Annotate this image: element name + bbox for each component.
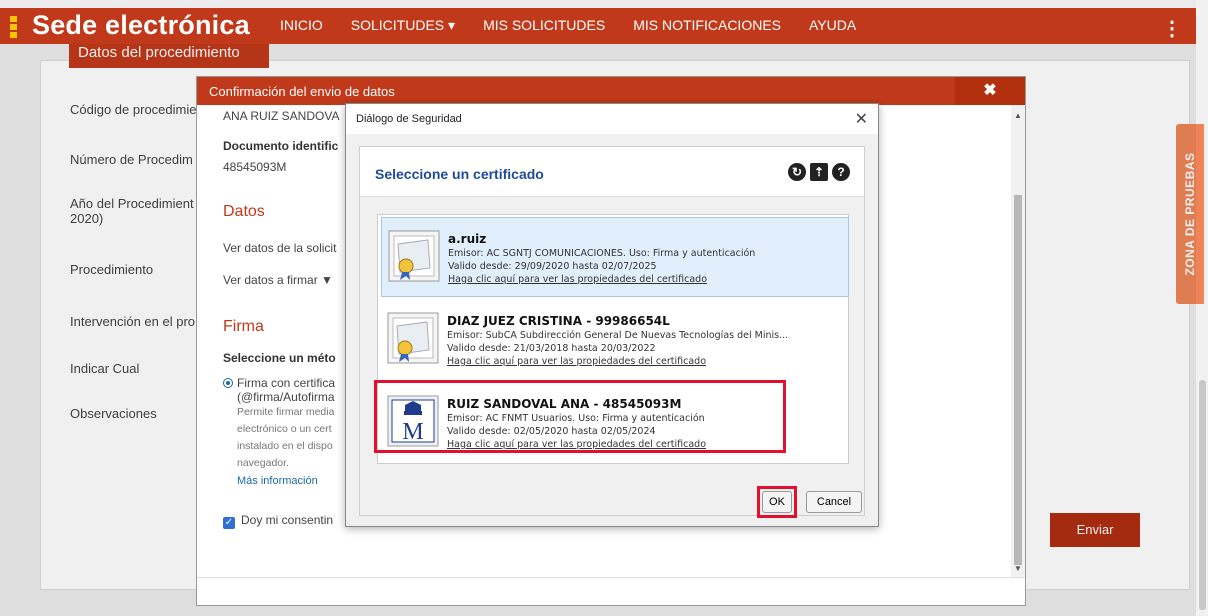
doc-label: Documento identific	[223, 139, 339, 153]
ok-button-highlight	[757, 486, 797, 518]
ver-datos-link[interactable]: Ver datos de la solicit	[223, 241, 336, 255]
firma-desc-4: navegador.	[237, 457, 289, 469]
scroll-up-icon[interactable]: ▲	[1014, 111, 1022, 120]
more-menu-icon[interactable]: ⋮	[1162, 16, 1182, 41]
confirm-modal-footer	[197, 577, 1025, 605]
certificate-name: DIAZ JUEZ CRISTINA - 99986654L	[447, 314, 670, 328]
consent-checkbox[interactable]: ✓ Doy mi consentin	[223, 513, 333, 529]
select-certificate-heading: Seleccione un certificado	[375, 166, 544, 182]
ver-datos-firmar-label: Ver datos a firmar ▼	[223, 273, 333, 287]
main-nav: INICIO SOLICITUDES ▾ MIS SOLICITUDES MIS…	[280, 17, 884, 34]
certificate-name: a.ruiz	[448, 232, 487, 246]
dialog-toolbar: ↻ ⇡ ?	[788, 163, 850, 181]
top-nav-bar: Sede electrónica INICIO SOLICITUDES ▾ MI…	[0, 8, 1196, 44]
security-dialog: Diálogo de Seguridad ✕ Seleccione un cer…	[345, 103, 879, 527]
nav-mis-solicitudes[interactable]: MIS SOLICITUDES	[483, 17, 605, 34]
close-icon[interactable]: ✕	[855, 109, 868, 129]
firma-desc-2: electrónico o un cert	[237, 423, 332, 435]
ver-datos-firmar-toggle[interactable]: Ver datos a firmar ▼	[223, 273, 333, 287]
certificate-icon	[387, 312, 439, 364]
certificate-validity: Valido desde: 29/09/2020 hasta 02/07/202…	[448, 261, 657, 272]
radio-selected-icon[interactable]	[223, 378, 233, 388]
certificate-properties-link[interactable]: Haga clic aquí para ver las propiedades …	[447, 356, 706, 367]
flag-logo	[10, 16, 17, 38]
certificate-issuer: Emisor: SubCA Subdirección General De Nu…	[447, 330, 789, 341]
firma-radio-sub: (@firma/Autofirma	[237, 390, 335, 404]
close-icon[interactable]: ✖	[955, 77, 1025, 105]
confirm-scrollbar-thumb[interactable]	[1014, 195, 1022, 565]
certificate-panel-header: Seleccione un certificado ↻ ⇡ ?	[360, 147, 864, 197]
confirm-scrollbar[interactable]: ▲ ▼	[1011, 105, 1025, 577]
firma-radio-label: Firma con certifica	[237, 376, 336, 390]
certificate-panel: Seleccione un certificado ↻ ⇡ ? a.ruiz E…	[359, 146, 865, 516]
scroll-down-icon[interactable]: ▼	[1014, 564, 1022, 573]
nav-inicio[interactable]: INICIO	[280, 17, 323, 34]
mas-informacion-link[interactable]: Más información	[237, 475, 318, 487]
help-icon[interactable]: ?	[832, 163, 850, 181]
certificate-issuer: Emisor: AC SGNTJ COMUNICACIONES. Uso: Fi…	[448, 248, 756, 259]
nav-ayuda[interactable]: AYUDA	[809, 17, 856, 34]
certificate-validity: Valido desde: 21/03/2018 hasta 20/03/202…	[447, 343, 656, 354]
nav-solicitudes[interactable]: SOLICITUDES ▾	[351, 17, 455, 34]
firma-desc-3: instalado en el dispo	[237, 440, 333, 452]
certificate-item-diaz-juez[interactable]: DIAZ JUEZ CRISTINA - 99986654L Emisor: S…	[381, 300, 849, 380]
confirm-modal-title: Confirmación del envio de datos	[197, 77, 1025, 105]
import-icon[interactable]: ⇡	[810, 163, 828, 181]
firma-radio[interactable]: Firma con certifica	[223, 376, 335, 390]
datos-heading: Datos	[223, 203, 265, 220]
page-scrollbar[interactable]	[1196, 0, 1208, 616]
certificate-item-a-ruiz[interactable]: a.ruiz Emisor: AC SGNTJ COMUNICACIONES. …	[381, 217, 849, 297]
certificate-icon	[388, 230, 440, 282]
metodo-label: Seleccione un méto	[223, 351, 336, 365]
security-dialog-title: Diálogo de Seguridad	[346, 104, 878, 134]
checkmark-icon[interactable]: ✓	[223, 517, 235, 529]
page-scrollbar-thumb[interactable]	[1199, 380, 1206, 610]
brand-title[interactable]: Sede electrónica	[32, 10, 250, 41]
firma-desc-1: Permite firmar media	[237, 406, 335, 418]
cancel-button[interactable]: Cancel	[806, 491, 862, 513]
certificate-properties-link[interactable]: Haga clic aquí para ver las propiedades …	[448, 274, 707, 285]
doc-value: 48545093M	[223, 160, 287, 174]
nav-mis-notificaciones[interactable]: MIS NOTIFICACIONES	[633, 17, 781, 34]
refresh-icon[interactable]: ↻	[788, 163, 806, 181]
applicant-name: ANA RUIZ SANDOVA	[223, 109, 340, 123]
firma-heading: Firma	[223, 318, 264, 335]
consent-label: Doy mi consentin	[241, 513, 334, 527]
selected-certificate-highlight	[374, 380, 786, 453]
